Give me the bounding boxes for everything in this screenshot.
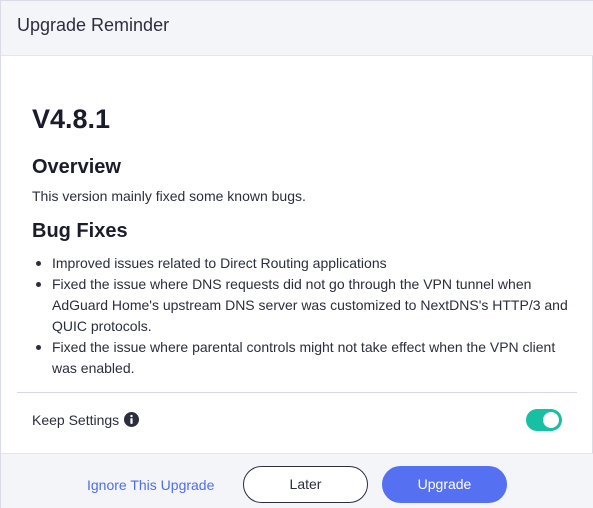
bug-fix-text: Fixed the issue where DNS requests did n… bbox=[52, 276, 568, 334]
keep-settings-toggle[interactable] bbox=[526, 409, 562, 431]
upgrade-button[interactable]: Upgrade bbox=[382, 466, 507, 503]
bullet-icon bbox=[36, 261, 41, 266]
ignore-upgrade-link[interactable]: Ignore This Upgrade bbox=[87, 477, 214, 493]
bug-fix-list: Improved issues related to Direct Routin… bbox=[32, 253, 577, 379]
dialog-title: Upgrade Reminder bbox=[17, 15, 170, 35]
bullet-icon bbox=[36, 282, 41, 287]
version-title: V4.8.1 bbox=[32, 104, 111, 134]
overview-text: This version mainly fixed some known bug… bbox=[32, 188, 306, 204]
keep-settings-row: Keep Settings bbox=[32, 409, 562, 433]
bug-fix-item: Fixed the issue where DNS requests did n… bbox=[32, 274, 577, 337]
dialog-footer: Ignore This Upgrade Later Upgrade bbox=[1, 453, 593, 508]
bug-fixes-heading: Bug Fixes bbox=[32, 220, 128, 242]
keep-settings-label: Keep Settings bbox=[32, 412, 120, 428]
bug-fix-item: Improved issues related to Direct Routin… bbox=[32, 253, 577, 274]
upgrade-reminder-dialog: Upgrade Reminder V4.8.1 Overview This ve… bbox=[0, 0, 593, 508]
release-notes: V4.8.1 Overview This version mainly fixe… bbox=[32, 99, 577, 379]
overview-heading: Overview bbox=[32, 156, 121, 178]
dialog-header: Upgrade Reminder bbox=[1, 1, 593, 56]
bug-fix-text: Fixed the issue where parental controls … bbox=[52, 339, 556, 376]
later-button[interactable]: Later bbox=[243, 466, 368, 503]
bullet-icon bbox=[36, 345, 41, 350]
toggle-knob bbox=[543, 412, 559, 428]
info-icon[interactable] bbox=[124, 412, 139, 427]
section-divider bbox=[17, 392, 577, 393]
bug-fix-item: Fixed the issue where parental controls … bbox=[32, 337, 577, 379]
bug-fix-text: Improved issues related to Direct Routin… bbox=[52, 255, 387, 271]
